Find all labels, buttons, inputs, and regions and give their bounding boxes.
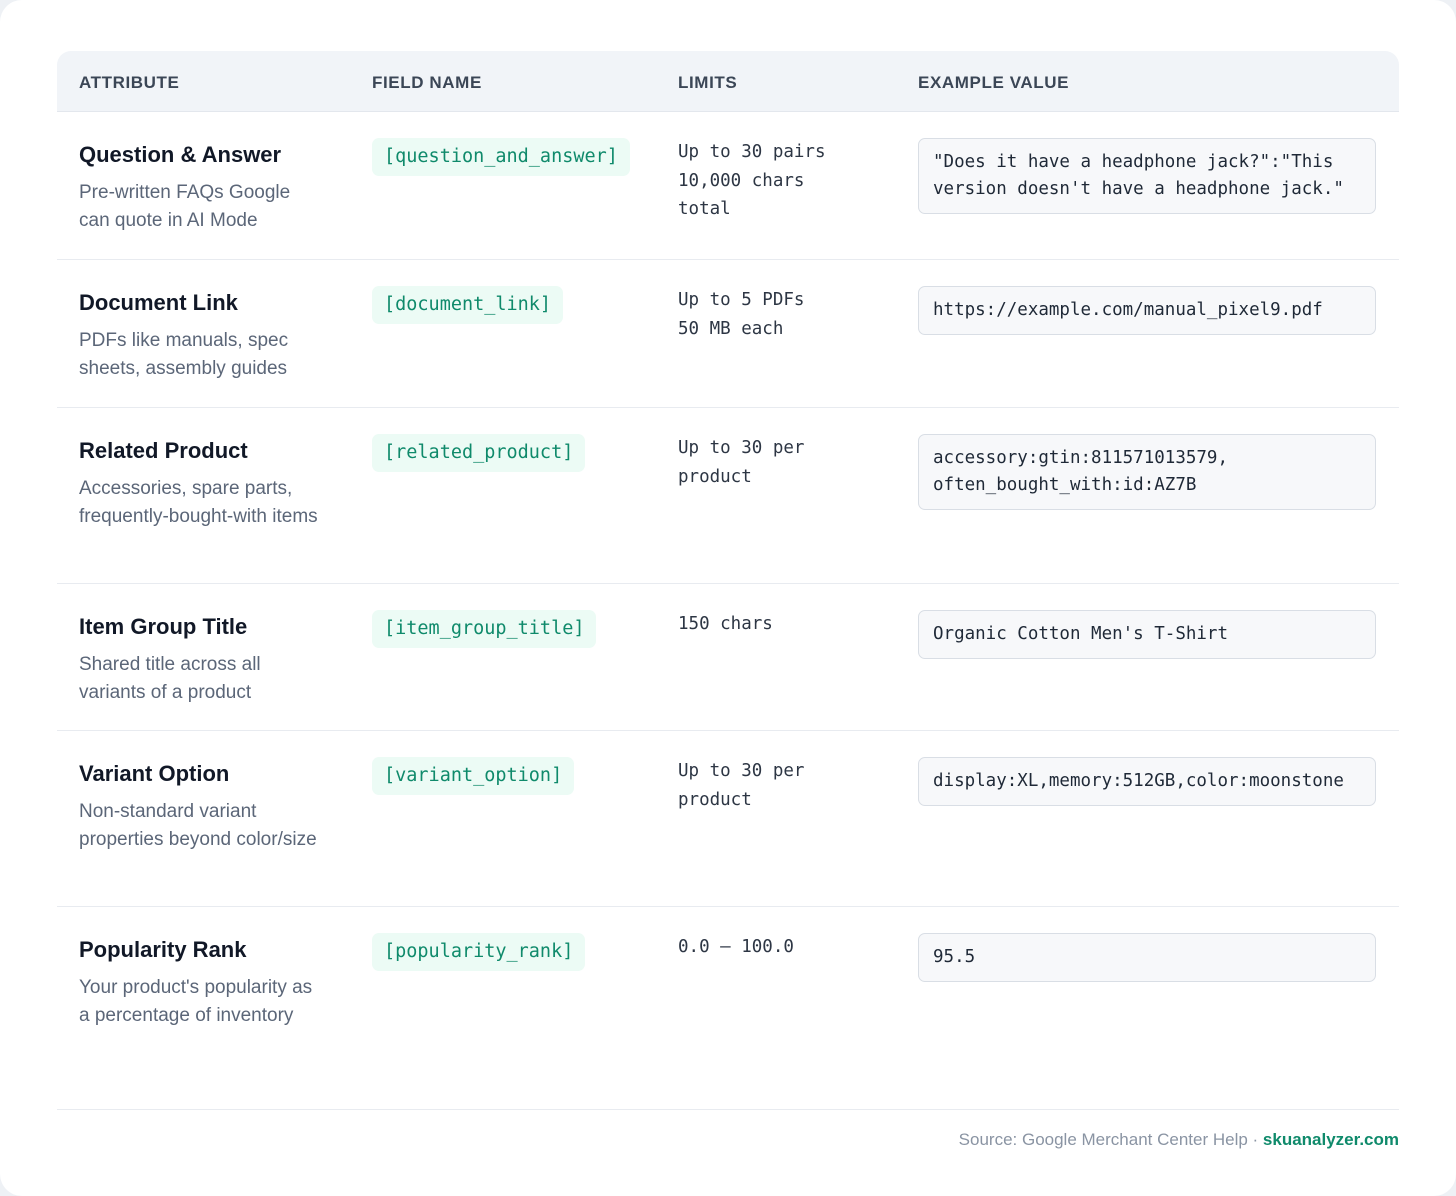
limits-text: Up to 5 PDFs 50 MB each: [678, 290, 805, 339]
example-value-box: display:XL,memory:512GB,color:moonstone: [918, 757, 1376, 806]
attribute-title: Document Link: [79, 290, 238, 315]
footer-divider: [57, 1109, 1399, 1110]
brand-link[interactable]: skuanalyzer.com: [1263, 1130, 1399, 1149]
header-field-name: FIELD NAME: [372, 73, 482, 92]
limits-text: Up to 30 per product: [678, 761, 805, 810]
field-name-code: [document_link]: [372, 286, 564, 324]
attribute-title: Question & Answer: [79, 142, 282, 167]
attribute-description: Pre-written FAQs Google can quote in AI …: [79, 182, 291, 231]
limits-text: Up to 30 pairs 10,000 chars total: [678, 142, 826, 219]
table-row: Item Group Title Shared title across all…: [57, 584, 1399, 731]
example-value-box: 95.5: [918, 933, 1376, 982]
field-name-code: [popularity_rank]: [372, 933, 586, 971]
attribute-description: Accessories, spare parts, frequently-bou…: [79, 478, 318, 527]
field-name-code: [variant_option]: [372, 757, 575, 795]
limits-text: Up to 30 per product: [678, 438, 805, 487]
table-row: Related Product Accessories, spare parts…: [57, 408, 1399, 584]
source-text: Source: Google Merchant Center Help ·: [958, 1130, 1263, 1149]
attribute-title: Item Group Title: [79, 614, 248, 639]
header-example-value: EXAMPLE VALUE: [918, 73, 1070, 92]
header-limits: LIMITS: [678, 73, 738, 92]
table-row: Question & Answer Pre-written FAQs Googl…: [57, 112, 1399, 260]
example-value-box: Organic Cotton Men's T-Shirt: [918, 610, 1376, 659]
attribute-title: Popularity Rank: [79, 937, 247, 962]
table-header: ATTRIBUTE FIELD NAME LIMITS EXAMPLE VALU…: [57, 51, 1399, 112]
source-footer: Source: Google Merchant Center Help · sk…: [959, 1130, 1399, 1150]
example-value-box: "Does it have a headphone jack?":"This v…: [918, 138, 1376, 214]
field-name-code: [item_group_title]: [372, 610, 597, 648]
limits-text: 0.0 – 100.0: [678, 937, 794, 957]
attribute-description: Non-standard variant properties beyond c…: [79, 801, 317, 850]
example-value-box: https://example.com/manual_pixel9.pdf: [918, 286, 1376, 335]
table-row: Document Link PDFs like manuals, spec sh…: [57, 260, 1399, 408]
limits-text: 150 chars: [678, 614, 773, 634]
table-card: ATTRIBUTE FIELD NAME LIMITS EXAMPLE VALU…: [0, 0, 1456, 1196]
field-name-code: [related_product]: [372, 434, 586, 472]
example-value-box: accessory:gtin:811571013579, often_bough…: [918, 434, 1376, 510]
table-row: Variant Option Non-standard variant prop…: [57, 731, 1399, 907]
attribute-title: Related Product: [79, 438, 248, 463]
attribute-description: Your product's popularity as a percentag…: [79, 977, 313, 1026]
table-row: Popularity Rank Your product's popularit…: [57, 907, 1399, 1107]
attribute-description: Shared title across all variants of a pr…: [79, 654, 261, 703]
header-attribute: ATTRIBUTE: [79, 73, 180, 92]
attribute-title: Variant Option: [79, 761, 230, 786]
attributes-table: ATTRIBUTE FIELD NAME LIMITS EXAMPLE VALU…: [57, 51, 1399, 1107]
field-name-code: [question_and_answer]: [372, 138, 630, 176]
attribute-description: PDFs like manuals, spec sheets, assembly…: [79, 330, 289, 379]
